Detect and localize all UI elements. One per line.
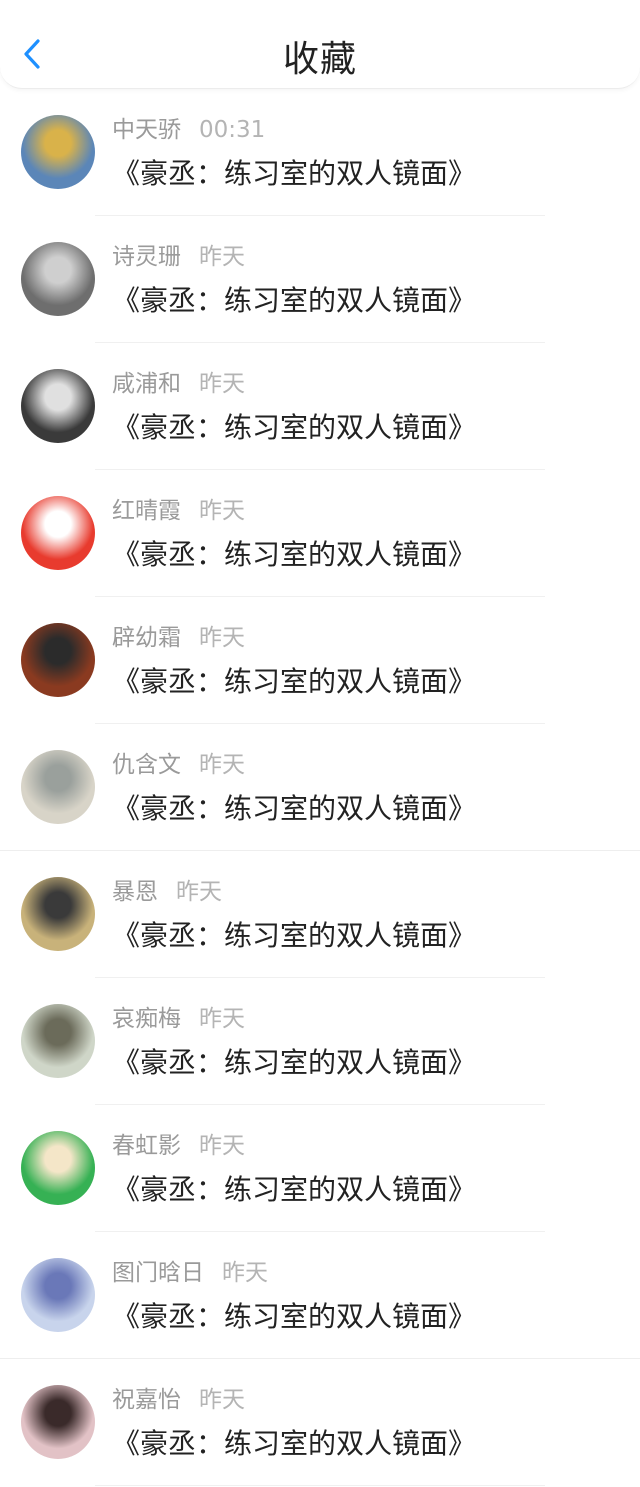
book-title[interactable]: 《豪丞：练习室的双人镜面》 (112, 791, 476, 827)
author-name: 红晴霞 (112, 498, 181, 524)
book-title[interactable]: 《豪丞：练习室的双人镜面》 (112, 1426, 476, 1462)
nav-bar: 收藏 (0, 0, 640, 89)
book-title[interactable]: 《豪丞：练习室的双人镜面》 (112, 410, 476, 446)
item-meta: 仇含文 昨天 (112, 750, 245, 780)
list-item[interactable]: 图门晗日 昨天《豪丞：练习室的双人镜面》 (0, 1232, 640, 1359)
timestamp: 昨天 (199, 1006, 245, 1032)
avatar[interactable] (21, 750, 95, 824)
timestamp: 昨天 (199, 752, 245, 778)
timestamp: 00:31 (199, 117, 266, 143)
author-name: 咸浦和 (112, 371, 181, 397)
avatar[interactable] (21, 242, 95, 316)
list-item[interactable]: 咸浦和 昨天《豪丞：练习室的双人镜面》 (0, 343, 640, 470)
list-item[interactable]: 春虹影 昨天《豪丞：练习室的双人镜面》 (0, 1105, 640, 1232)
avatar[interactable] (21, 115, 95, 189)
book-title[interactable]: 《豪丞：练习室的双人镜面》 (112, 283, 476, 319)
author-name: 诗灵珊 (112, 244, 181, 270)
favorites-list: 中天骄 00:31 《豪丞：练习室的双人镜面》 诗灵珊 昨天 《豪丞：练习室的双人镜面》咸… (0, 89, 640, 1486)
timestamp: 昨天 (199, 1387, 245, 1413)
avatar[interactable] (21, 1385, 95, 1459)
book-title[interactable]: 《豪丞：练习室的双人镜面》 (112, 664, 476, 700)
list-item[interactable]: 中天骄 00:31 《豪丞：练习室的双人镜面》 (0, 89, 640, 216)
timestamp: 昨天 (222, 1260, 268, 1286)
item-meta: 辟幼霜 昨天 (112, 623, 245, 653)
timestamp: 昨天 (199, 498, 245, 524)
book-title[interactable]: 《豪丞：练习室的双人镜面》 (112, 1045, 476, 1081)
timestamp: 昨天 (199, 1133, 245, 1159)
item-meta: 中天骄 00:31 (112, 115, 265, 145)
avatar[interactable] (21, 496, 95, 570)
avatar[interactable] (21, 369, 95, 443)
item-meta: 祝嘉怡 昨天 (112, 1385, 245, 1415)
list-item[interactable]: 红晴霞 昨天《豪丞：练习室的双人镜面》 (0, 470, 640, 597)
item-meta: 图门晗日 昨天 (112, 1258, 268, 1288)
item-meta: 诗灵珊 昨天 (112, 242, 245, 272)
book-title[interactable]: 《豪丞：练习室的双人镜面》 (112, 537, 476, 573)
avatar[interactable] (21, 877, 95, 951)
author-name: 仇含文 (112, 752, 181, 778)
author-name: 祝嘉怡 (112, 1387, 181, 1413)
list-item[interactable]: 仇含文 昨天《豪丞：练习室的双人镜面》 (0, 724, 640, 851)
list-item[interactable]: 诗灵珊 昨天《豪丞：练习室的双人镜面》 (0, 216, 640, 343)
avatar[interactable] (21, 1258, 95, 1332)
timestamp: 昨天 (199, 625, 245, 651)
author-name: 中天骄 (112, 117, 181, 143)
author-name: 哀痴梅 (112, 1006, 181, 1032)
item-meta: 咸浦和 昨天 (112, 369, 245, 399)
timestamp: 昨天 (176, 879, 222, 905)
book-title[interactable]: 《豪丞：练习室的双人镜面》 (112, 156, 476, 192)
list-item[interactable]: 哀痴梅 昨天《豪丞：练习室的双人镜面》 (0, 978, 640, 1105)
list-item[interactable]: 辟幼霜 昨天《豪丞：练习室的双人镜面》 (0, 597, 640, 724)
author-name: 辟幼霜 (112, 625, 181, 651)
list-item[interactable]: 祝嘉怡 昨天《豪丞：练习室的双人镜面》 (0, 1359, 640, 1486)
avatar[interactable] (21, 1004, 95, 1078)
book-title[interactable]: 《豪丞：练习室的双人镜面》 (112, 918, 476, 954)
avatar[interactable] (21, 623, 95, 697)
book-title[interactable]: 《豪丞：练习室的双人镜面》 (112, 1299, 476, 1335)
item-meta: 暴恩 昨天 (112, 877, 222, 907)
list-item[interactable]: 暴恩 昨天《豪丞：练习室的双人镜面》 (0, 851, 640, 978)
divider (95, 1485, 545, 1486)
book-title[interactable]: 《豪丞：练习室的双人镜面》 (112, 1172, 476, 1208)
timestamp: 昨天 (199, 371, 245, 397)
item-meta: 春虹影 昨天 (112, 1131, 245, 1161)
author-name: 暴恩 (112, 879, 158, 905)
author-name: 图门晗日 (112, 1260, 204, 1286)
page-title: 收藏 (282, 39, 357, 80)
item-meta: 红晴霞 昨天 (112, 496, 245, 526)
item-meta: 哀痴梅 昨天 (112, 1004, 245, 1034)
author-name: 春虹影 (112, 1133, 181, 1159)
avatar[interactable] (21, 1131, 95, 1205)
timestamp: 昨天 (199, 244, 245, 270)
